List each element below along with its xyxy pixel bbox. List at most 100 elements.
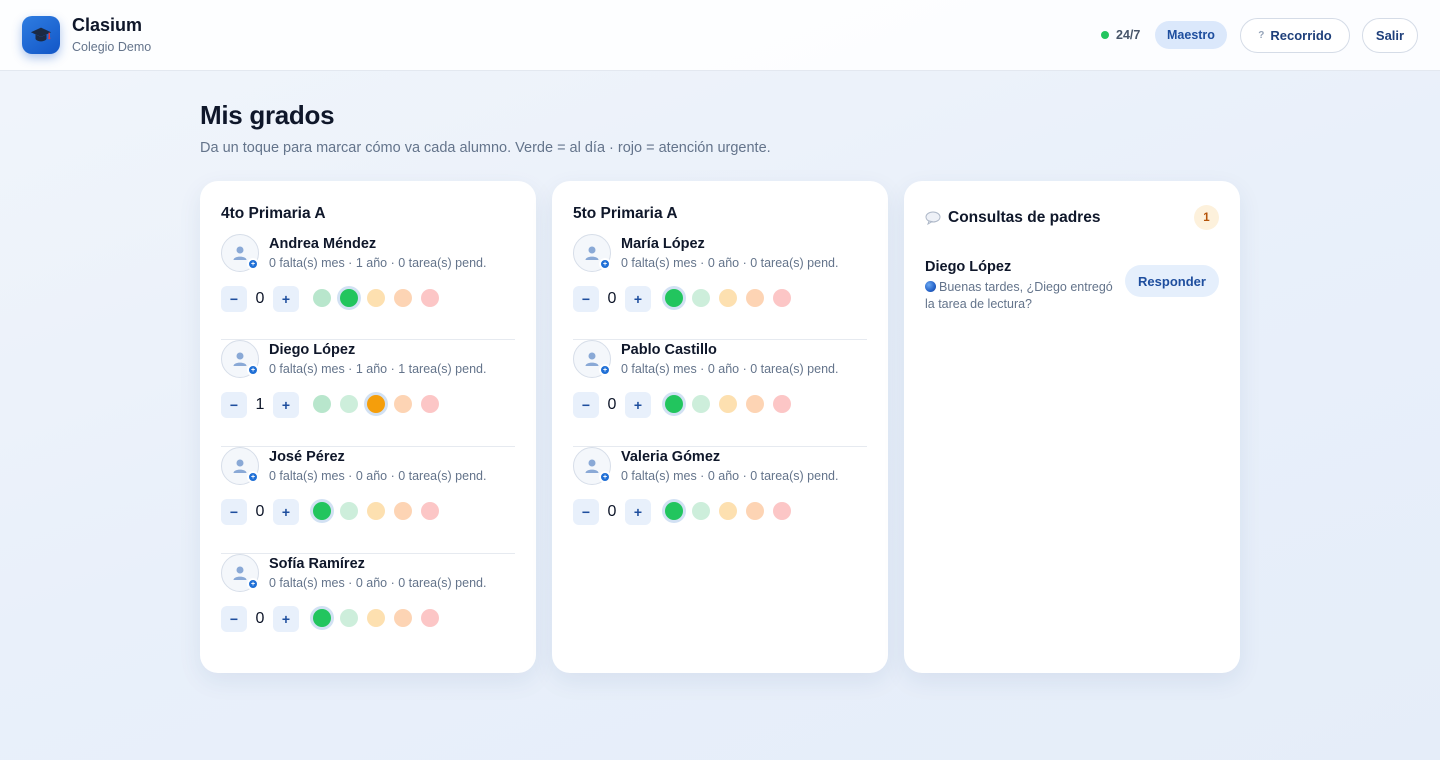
student-row: + Valeria Gómez 0 falta(s) mes · 0 año · 0… — [573, 447, 867, 554]
increment-button[interactable]: + — [273, 286, 299, 312]
query-message-text: Buenas tardes, ¿Diego entregó la tarea d… — [925, 280, 1113, 311]
increment-button[interactable]: + — [273, 499, 299, 525]
status-dot-4[interactable] — [421, 395, 439, 413]
status-dot-1[interactable] — [340, 395, 358, 413]
status-dot-4[interactable] — [773, 395, 791, 413]
query-item: Diego López Buenas tardes, ¿Diego entreg… — [925, 259, 1219, 319]
task-stepper: −0 + — [573, 286, 651, 312]
stepper-value: 0 — [255, 503, 265, 520]
online-dot-icon — [1101, 31, 1109, 39]
decrement-button[interactable]: − — [573, 286, 599, 312]
status-dot-1[interactable] — [340, 502, 358, 520]
add-badge-icon: + — [599, 258, 611, 270]
status-dot-3[interactable] — [394, 395, 412, 413]
status-dot-0[interactable] — [665, 289, 683, 307]
avatar: + — [573, 234, 611, 272]
add-badge-icon: + — [247, 364, 259, 376]
status-dot-4[interactable] — [421, 289, 439, 307]
task-stepper: −1 + — [221, 392, 299, 418]
decrement-button[interactable]: − — [573, 499, 599, 525]
role-badge: Maestro — [1155, 21, 1227, 49]
status-dot-2[interactable] — [367, 609, 385, 627]
status-dot-3[interactable] — [394, 289, 412, 307]
status-dot-1[interactable] — [340, 609, 358, 627]
status-selector — [313, 502, 439, 520]
status-dot-4[interactable] — [421, 502, 439, 520]
status-dot-2[interactable] — [367, 502, 385, 520]
status-dot-2[interactable] — [719, 502, 737, 520]
status-dot-3[interactable] — [394, 502, 412, 520]
avatar: + — [221, 234, 259, 272]
user-icon — [233, 459, 247, 473]
status-dot-3[interactable] — [746, 395, 764, 413]
avatar: + — [573, 447, 611, 485]
student-name: María López — [621, 236, 705, 252]
student-stats: 0 falta(s) mes · 1 año · 0 tarea(s) pend… — [269, 256, 487, 270]
student-name: Valeria Gómez — [621, 449, 721, 465]
class-title: 4to Primaria A — [221, 205, 326, 222]
status-dot-4[interactable] — [773, 289, 791, 307]
status-dot-2[interactable] — [367, 289, 385, 307]
graduation-cap-icon — [30, 27, 52, 42]
stepper-value: 1 — [255, 396, 265, 413]
task-stepper: −0 + — [221, 606, 299, 632]
status-dot-0[interactable] — [313, 289, 331, 307]
student-name: Pablo Castillo — [621, 342, 717, 358]
top-bar: Clasium Colegio Demo 24/7 Maestro ? Reco… — [0, 0, 1440, 71]
add-badge-icon: + — [599, 364, 611, 376]
status-dot-1[interactable] — [340, 289, 358, 307]
status-selector — [665, 289, 791, 307]
task-stepper: −0 + — [221, 286, 299, 312]
student-row: + María López 0 falta(s) mes · 0 año · 0 t… — [573, 234, 867, 340]
queries-title-text: Consultas de padres — [948, 208, 1101, 226]
add-badge-icon: + — [247, 578, 259, 590]
stepper-value: 0 — [255, 290, 265, 307]
status-dot-3[interactable] — [746, 502, 764, 520]
student-name: José Pérez — [269, 449, 345, 465]
reply-button[interactable]: Responder — [1125, 265, 1219, 297]
status-dot-0[interactable] — [665, 395, 683, 413]
status-dot-4[interactable] — [773, 502, 791, 520]
add-badge-icon: + — [247, 258, 259, 270]
status-dot-1[interactable] — [692, 289, 710, 307]
logout-button[interactable]: Salir — [1362, 18, 1418, 53]
status-dot-4[interactable] — [421, 609, 439, 627]
user-icon — [585, 459, 599, 473]
status-dot-3[interactable] — [394, 609, 412, 627]
avatar: + — [221, 554, 259, 592]
decrement-button[interactable]: − — [221, 606, 247, 632]
status-dot-0[interactable] — [313, 395, 331, 413]
status-dot-1[interactable] — [692, 502, 710, 520]
school-name: Colegio Demo — [72, 40, 152, 54]
increment-button[interactable]: + — [273, 606, 299, 632]
stepper-value: 0 — [607, 290, 617, 307]
user-icon — [233, 566, 247, 580]
status-dot-2[interactable] — [719, 289, 737, 307]
decrement-button[interactable]: − — [221, 499, 247, 525]
status-dot-0[interactable] — [665, 502, 683, 520]
decrement-button[interactable]: − — [221, 392, 247, 418]
query-parent-name: Diego López — [925, 259, 1012, 275]
status-dot-2[interactable] — [719, 395, 737, 413]
increment-button[interactable]: + — [273, 392, 299, 418]
status-dot-1[interactable] — [692, 395, 710, 413]
decrement-button[interactable]: − — [221, 286, 247, 312]
status-dot-3[interactable] — [746, 289, 764, 307]
status-dot-0[interactable] — [313, 609, 331, 627]
increment-button[interactable]: + — [625, 392, 651, 418]
user-icon — [233, 352, 247, 366]
student-row: + Pablo Castillo 0 falta(s) mes · 0 año · … — [573, 340, 867, 447]
increment-button[interactable]: + — [625, 499, 651, 525]
brand-name: Clasium — [72, 15, 143, 35]
status-selector — [665, 395, 791, 413]
query-message: Buenas tardes, ¿Diego entregó la tarea d… — [925, 279, 1115, 313]
increment-button[interactable]: + — [625, 286, 651, 312]
class-title: 5to Primaria A — [573, 205, 678, 222]
queries-header: Consultas de padres 1 — [925, 205, 1219, 230]
decrement-button[interactable]: − — [573, 392, 599, 418]
status-dot-0[interactable] — [313, 502, 331, 520]
status-dot-2[interactable] — [367, 395, 385, 413]
tour-button[interactable]: ? Recorrido — [1240, 18, 1350, 53]
student-row: + José Pérez 0 falta(s) mes · 0 año · 0 ta… — [221, 447, 515, 554]
task-stepper: −0 + — [573, 499, 651, 525]
